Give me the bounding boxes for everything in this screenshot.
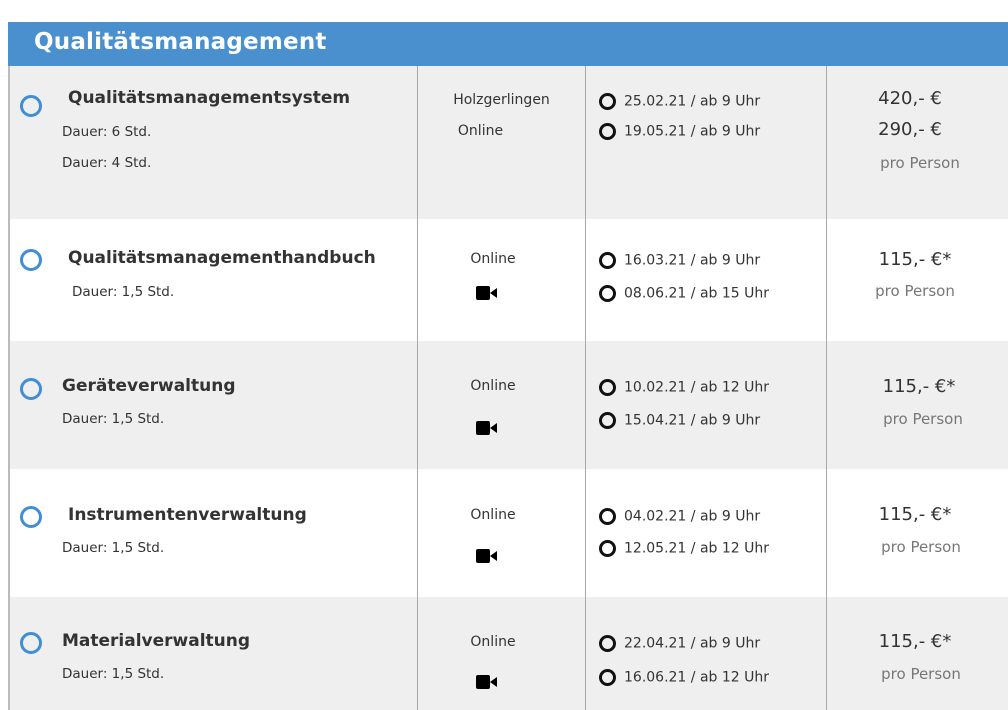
date-text: 08.06.21 / ab 15 Uhr [624,285,770,302]
video-camera-icon [476,421,497,435]
date-radio[interactable] [599,508,616,525]
date-text: 04.02.21 / ab 9 Uhr [624,508,761,525]
course-duration: Dauer: 1,5 Std. [62,411,165,427]
price-unit: pro Person [881,538,961,556]
date-text: 19.05.21 / ab 9 Uhr [624,123,761,140]
date-radio[interactable] [599,635,616,652]
date-option[interactable]: 04.02.21 / ab 9 Uhr [599,506,760,525]
course-row-3 [8,341,1008,469]
date-option[interactable]: 12.05.21 / ab 12 Uhr [599,538,769,557]
date-text: 22.04.21 / ab 9 Uhr [624,635,761,652]
column-divider-2 [585,66,586,710]
course-price: 420,- € [878,88,942,109]
course-duration: Dauer: 6 Std. [62,124,152,140]
date-text: 16.03.21 / ab 9 Uhr [624,252,761,269]
course-location: Online [470,634,516,650]
price-unit: pro Person [875,282,955,300]
course-duration: Dauer: 1,5 Std. [62,540,165,556]
course-row-2 [8,219,1008,341]
date-radio[interactable] [599,379,616,396]
course-name: Materialverwaltung [62,631,251,651]
course-location: Online [457,123,504,139]
course-select-radio[interactable] [20,632,42,654]
course-price: 115,- €* [882,376,956,397]
course-select-radio[interactable] [20,249,42,271]
date-option[interactable]: 25.02.21 / ab 9 Uhr [599,91,760,110]
course-duration: Dauer: 4 Std. [62,155,152,171]
course-name: Qualitätsmanagementhandbuch [68,248,376,268]
section-header: Qualitätsmanagement [8,22,1008,66]
table-left-border [8,66,10,710]
course-price: 115,- €* [878,631,952,652]
course-select-radio[interactable] [20,378,42,400]
course-row-5 [8,597,1008,710]
course-location: Online [470,507,516,523]
course-price: 290,- € [878,119,942,140]
date-option[interactable]: 08.06.21 / ab 15 Uhr [599,283,769,302]
course-location: Online [470,378,516,394]
course-name: Qualitätsmanagementsystem [68,88,351,108]
price-unit: pro Person [883,410,963,428]
course-duration: Dauer: 1,5 Std. [62,666,165,682]
date-option[interactable]: 16.06.21 / ab 12 Uhr [599,667,769,686]
course-name: Instrumentenverwaltung [68,505,307,525]
date-radio[interactable] [599,123,616,140]
course-select-radio[interactable] [20,95,42,117]
date-text: 25.02.21 / ab 9 Uhr [624,93,761,110]
date-text: 12.05.21 / ab 12 Uhr [624,540,770,557]
date-radio[interactable] [599,669,616,686]
date-radio[interactable] [599,252,616,269]
date-radio[interactable] [599,412,616,429]
column-divider-3 [826,66,827,710]
date-option[interactable]: 15.04.21 / ab 9 Uhr [599,410,760,429]
date-option[interactable]: 22.04.21 / ab 9 Uhr [599,633,760,652]
course-price: 115,- €* [878,504,952,525]
date-text: 10.02.21 / ab 12 Uhr [624,379,770,396]
video-camera-icon [476,286,497,300]
course-duration: Dauer: 1,5 Std. [72,284,175,300]
date-radio[interactable] [599,540,616,557]
date-option[interactable]: 19.05.21 / ab 9 Uhr [599,121,760,140]
date-text: 16.06.21 / ab 12 Uhr [624,669,770,686]
date-text: 15.04.21 / ab 9 Uhr [624,412,761,429]
course-location: Holzgerlingen [453,92,550,108]
date-radio[interactable] [599,285,616,302]
date-option[interactable]: 10.02.21 / ab 12 Uhr [599,377,769,396]
course-price: 115,- €* [878,249,952,270]
date-option[interactable]: 16.03.21 / ab 9 Uhr [599,250,760,269]
date-radio[interactable] [599,93,616,110]
course-row-4 [8,469,1008,597]
section-title: Qualitätsmanagement [34,29,327,55]
video-camera-icon [476,675,497,689]
price-unit: pro Person [881,665,961,683]
price-unit: pro Person [880,154,960,172]
course-name: Geräteverwaltung [62,376,236,396]
video-camera-icon [476,549,497,563]
course-location: Online [470,251,516,267]
course-select-radio[interactable] [20,506,42,528]
